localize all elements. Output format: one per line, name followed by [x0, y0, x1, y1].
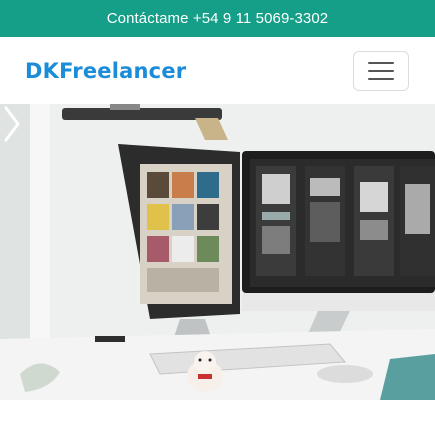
brand-logo[interactable]: DKFreelancer: [25, 59, 186, 83]
chevron-right-icon[interactable]: [0, 104, 24, 144]
hamburger-icon-bar: [368, 70, 394, 72]
hero-carousel: [0, 104, 435, 400]
menu-toggle-button[interactable]: [353, 51, 409, 91]
page-body: [0, 400, 435, 435]
navbar: DKFreelancer: [0, 37, 435, 104]
contact-bar: Contáctame +54 9 11 5069-3302: [0, 0, 435, 37]
contact-link[interactable]: Contáctame +54 9 11 5069-3302: [107, 10, 329, 27]
hamburger-icon: [368, 62, 394, 64]
hero-image: [0, 104, 435, 400]
hamburger-icon-bar: [368, 78, 394, 80]
